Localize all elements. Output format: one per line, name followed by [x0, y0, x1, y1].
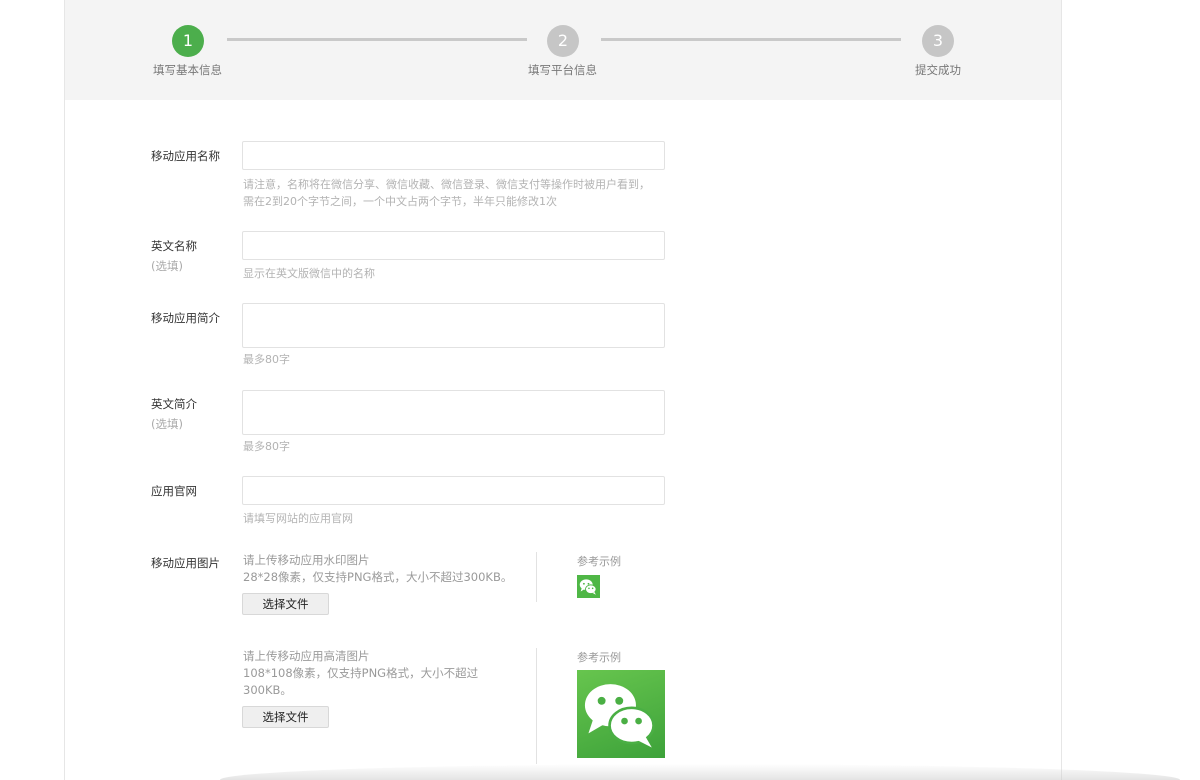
english-name-label-text: 英文名称	[151, 239, 197, 253]
website-label: 应用官网	[151, 483, 197, 499]
wechat-logo-large-icon	[584, 684, 655, 748]
english-name-label: 英文名称 (选填)	[151, 238, 197, 274]
hd-upload-info: 请上传移动应用高清图片 108*108像素，仅支持PNG格式，大小不超过 300…	[243, 648, 513, 699]
website-label-text: 应用官网	[151, 484, 197, 498]
progress-stepper: 1 填写基本信息 2 填写平台信息 3 提交成功	[65, 0, 1061, 100]
english-name-input[interactable]	[242, 231, 665, 260]
app-image-label-text: 移动应用图片	[151, 556, 220, 570]
app-name-label-text: 移动应用名称	[151, 149, 220, 163]
step-1-label: 填写基本信息	[153, 63, 222, 77]
app-intro-label-text: 移动应用简介	[151, 311, 220, 325]
step-connector	[227, 38, 527, 41]
hd-upload-desc-line2: 300KB。	[243, 683, 292, 697]
app-intro-hint: 最多80字	[243, 353, 290, 366]
step-3-label: 提交成功	[915, 63, 961, 77]
app-name-hint-line1: 请注意，名称将在微信分享、微信收藏、微信登录、微信支付等操作时被用户看到，	[243, 178, 650, 191]
english-intro-textarea[interactable]	[242, 390, 665, 435]
app-intro-textarea[interactable]	[242, 303, 665, 348]
wechat-logo-icon	[577, 670, 665, 758]
english-intro-hint: 最多80字	[243, 440, 290, 453]
website-input[interactable]	[242, 476, 665, 505]
step-connector	[601, 38, 901, 41]
app-name-input[interactable]	[242, 141, 665, 170]
step-2-label: 填写平台信息	[528, 63, 597, 77]
website-hint: 请填写网站的应用官网	[243, 512, 353, 525]
app-image-label: 移动应用图片	[151, 555, 220, 571]
english-intro-label: 英文简介 (选填)	[151, 396, 197, 432]
wechat-logo-icon	[577, 575, 600, 598]
app-name-hint: 请注意，名称将在微信分享、微信收藏、微信登录、微信支付等操作时被用户看到， 需在…	[243, 176, 650, 210]
app-name-label: 移动应用名称	[151, 148, 220, 164]
hd-choose-file-button[interactable]: 选择文件	[242, 706, 329, 728]
english-intro-label-text: 英文简介	[151, 397, 197, 411]
watermark-ref-label: 参考示例	[577, 555, 621, 568]
watermark-choose-file-button[interactable]: 选择文件	[242, 593, 329, 615]
wechat-logo-small-icon	[579, 579, 597, 595]
optional-tag: (选填)	[151, 417, 183, 431]
hd-upload-title: 请上传移动应用高清图片	[243, 649, 370, 663]
step-3-circle: 3	[922, 25, 954, 57]
divider	[536, 552, 537, 602]
divider	[536, 648, 537, 764]
optional-tag: (选填)	[151, 259, 183, 273]
hd-ref-label: 参考示例	[577, 651, 621, 664]
watermark-upload-desc: 28*28像素，仅支持PNG格式，大小不超过300KB。	[243, 570, 513, 584]
hd-upload-desc-line1: 108*108像素，仅支持PNG格式，大小不超过	[243, 666, 479, 680]
step-2-circle: 2	[547, 25, 579, 57]
app-intro-label: 移动应用简介	[151, 310, 220, 326]
watermark-upload-title: 请上传移动应用水印图片	[243, 553, 370, 567]
watermark-upload-info: 请上传移动应用水印图片 28*28像素，仅支持PNG格式，大小不超过300KB。	[243, 552, 513, 586]
step-1-circle: 1	[172, 25, 204, 57]
app-name-hint-line2: 需在2到20个字节之间，一个中文占两个字节，半年只能修改1次	[243, 195, 557, 208]
english-name-hint: 显示在英文版微信中的名称	[243, 267, 375, 280]
